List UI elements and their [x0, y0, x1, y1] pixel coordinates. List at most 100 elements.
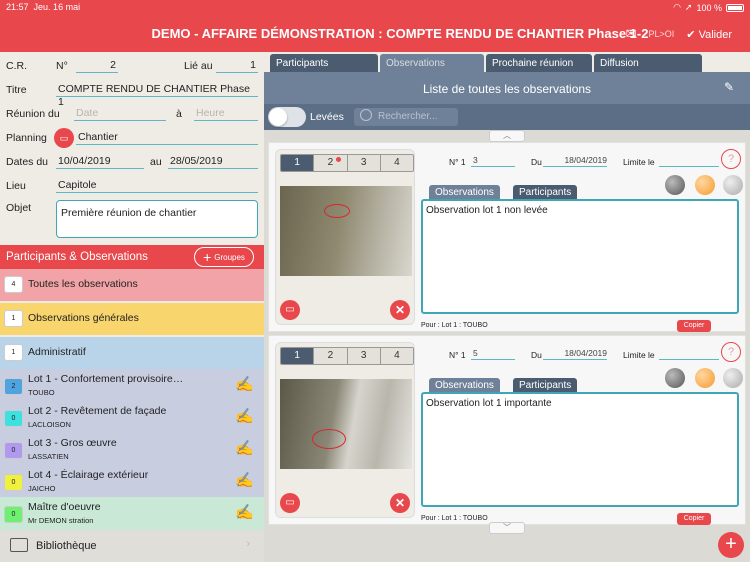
nav-bar: DEMO - AFFAIRE DÉMONSTRATION : COMPTE RE… — [0, 16, 750, 52]
bibliotheque-row[interactable]: Bibliothèque › — [0, 530, 264, 562]
obs-limite-field[interactable] — [659, 155, 719, 167]
titre-field[interactable]: COMPTE RENDU DE CHANTIER Phase 1 — [56, 83, 258, 108]
reunion-date-field[interactable]: Date — [74, 107, 166, 121]
participant-company: JAICHO — [28, 484, 56, 493]
planning-field[interactable]: Chantier — [76, 131, 258, 145]
photo-folder-icon[interactable]: ▭ — [280, 493, 300, 513]
a-label: à — [176, 108, 182, 120]
participant-row[interactable]: 0 Lot 4 - Éclairage extérieur JAICHO ✍ — [0, 465, 264, 497]
obs-du-label: Du — [531, 350, 542, 360]
status-lightgrey-icon[interactable] — [723, 175, 743, 195]
signature-icon[interactable]: ✍ — [235, 407, 254, 425]
mail-icon[interactable]: ✉ — [626, 26, 637, 42]
pencil-icon[interactable]: ✎ — [724, 80, 734, 94]
scroll-up-handle[interactable]: ︿ — [489, 130, 525, 142]
count-badge: 0 — [4, 506, 23, 523]
photo-tab-2[interactable]: 2 — [314, 155, 348, 171]
tab-prochaine-reunion[interactable]: Prochaine réunion — [486, 54, 592, 72]
observation-card: 1234 ▭ ✕ N° 1 3 Du 18/04/2019 Limite le … — [268, 142, 746, 332]
status-orange-icon[interactable] — [695, 368, 715, 388]
participant-row[interactable]: 1 Administratif — [0, 337, 264, 369]
participant-row[interactable]: 1 Observations générales — [0, 303, 264, 335]
observation-text[interactable]: Observation lot 1 non levée — [421, 199, 739, 314]
obs-limite-field[interactable] — [659, 348, 719, 360]
status-bar: 21:57 Jeu. 16 mai ◠ ➚ 100 % — [0, 0, 750, 16]
tab-participants[interactable]: Participants — [270, 54, 378, 72]
photo-panel: 1234 ▭ ✕ — [275, 149, 415, 325]
lieu-field[interactable]: Capitole — [56, 179, 258, 193]
plus-icon: + — [203, 249, 212, 265]
participant-row[interactable]: 2 Lot 1 - Confortement provisoire… TOUBO ✍ — [0, 369, 264, 401]
status-right: ◠ ➚ 100 % — [673, 2, 744, 13]
planning-folder-icon[interactable]: ▭ — [54, 128, 74, 148]
date-start-field[interactable]: 10/04/2019 — [56, 155, 144, 169]
copier-button[interactable]: Copier — [677, 320, 711, 332]
signature-icon[interactable]: ✍ — [235, 375, 254, 393]
tab-diffusion[interactable]: Diffusion — [594, 54, 702, 72]
signature-icon[interactable]: ✍ — [235, 503, 254, 521]
obs-no-field[interactable]: 3 — [471, 155, 515, 167]
left-pane: C.R. N° 2 Lié au 1 Titre COMPTE RENDU DE… — [0, 52, 264, 562]
participant-name: Observations générales — [28, 312, 139, 324]
search-icon — [360, 109, 372, 121]
observations-list[interactable]: ︿ 1234 ▭ ✕ N° 1 3 Du 18/04/2019 Limite l… — [264, 130, 750, 562]
lieu-label: Lieu — [6, 180, 26, 192]
search-input[interactable]: Rechercher... — [354, 108, 458, 126]
count-badge: 0 — [4, 410, 23, 427]
levees-toggle[interactable] — [268, 107, 306, 127]
photo-tab-3[interactable]: 3 — [347, 348, 381, 364]
participant-row[interactable]: 0 Lot 3 - Gros œuvre LASSATIEN ✍ — [0, 433, 264, 465]
objet-field[interactable]: Première réunion de chantier — [56, 200, 258, 238]
lie-field[interactable]: 1 — [216, 59, 258, 73]
photo-tab-3[interactable]: 3 — [347, 155, 381, 171]
obs-du-field[interactable]: 18/04/2019 — [543, 348, 607, 360]
observation-card: 1234 ▭ ✕ N° 1 5 Du 18/04/2019 Limite le … — [268, 335, 746, 525]
scroll-down-handle[interactable]: ﹀ — [489, 522, 525, 534]
participant-row[interactable]: 4 Toutes les observations — [0, 269, 264, 301]
cr-number-field[interactable]: 2 — [76, 59, 118, 73]
groupes-button[interactable]: + Groupes — [194, 247, 254, 267]
help-icon[interactable]: ? — [721, 149, 741, 169]
check-icon: ✔ — [686, 28, 696, 41]
count-badge: 2 — [4, 378, 23, 395]
photo-tabs: 1234 — [280, 347, 414, 365]
status-lightgrey-icon[interactable] — [723, 368, 743, 388]
participant-name: Maître d'oeuvre — [28, 501, 101, 513]
tab-observations[interactable]: Observations — [380, 54, 484, 72]
planning-label: Planning — [6, 132, 47, 144]
obs-du-field[interactable]: 18/04/2019 — [543, 155, 607, 167]
photo-tab-4[interactable]: 4 — [380, 348, 413, 364]
pour-label: Pour : Lot 1 : TOUBO — [421, 515, 488, 522]
observation-text[interactable]: Observation lot 1 importante — [421, 392, 739, 507]
delete-photo-icon[interactable]: ✕ — [390, 493, 410, 513]
valider-button[interactable]: ✔ Valider — [686, 28, 732, 41]
pl-button[interactable]: PL>OI — [649, 29, 675, 39]
participant-name: Lot 2 - Revêtement de façade — [28, 405, 167, 417]
photo-tab-1[interactable]: 1 — [281, 348, 315, 364]
delete-photo-icon[interactable]: ✕ — [390, 300, 410, 320]
observation-photo[interactable] — [280, 379, 412, 469]
participant-row[interactable]: 0 Maître d'oeuvre Mr DEMON stration ✍ — [0, 497, 264, 530]
count-badge: 0 — [4, 442, 23, 459]
obs-no-field[interactable]: 5 — [471, 348, 515, 360]
signature-icon[interactable]: ✍ — [235, 439, 254, 457]
list-header: Liste de toutes les observations ✎ — [264, 72, 750, 104]
observation-photo[interactable] — [280, 186, 412, 276]
photo-tab-2[interactable]: 2 — [314, 348, 348, 364]
signature-icon[interactable]: ✍ — [235, 471, 254, 489]
list-title: Liste de toutes les observations — [422, 82, 592, 96]
participant-company: LASSATIEN — [28, 452, 69, 461]
help-icon[interactable]: ? — [721, 342, 741, 362]
participant-row[interactable]: 0 Lot 2 - Revêtement de façade LACLOISON ✍ — [0, 401, 264, 433]
photo-tab-4[interactable]: 4 — [380, 155, 413, 171]
photo-folder-icon[interactable]: ▭ — [280, 300, 300, 320]
status-grey-icon[interactable] — [665, 368, 685, 388]
reunion-heure-field[interactable]: Heure — [194, 107, 258, 121]
photo-tab-1[interactable]: 1 — [281, 155, 315, 171]
status-orange-icon[interactable] — [695, 175, 715, 195]
copier-button[interactable]: Copier — [677, 513, 711, 525]
status-grey-icon[interactable] — [665, 175, 685, 195]
add-observation-button[interactable]: + — [718, 532, 744, 558]
battery-icon — [726, 3, 744, 12]
date-end-field[interactable]: 28/05/2019 — [168, 155, 258, 169]
